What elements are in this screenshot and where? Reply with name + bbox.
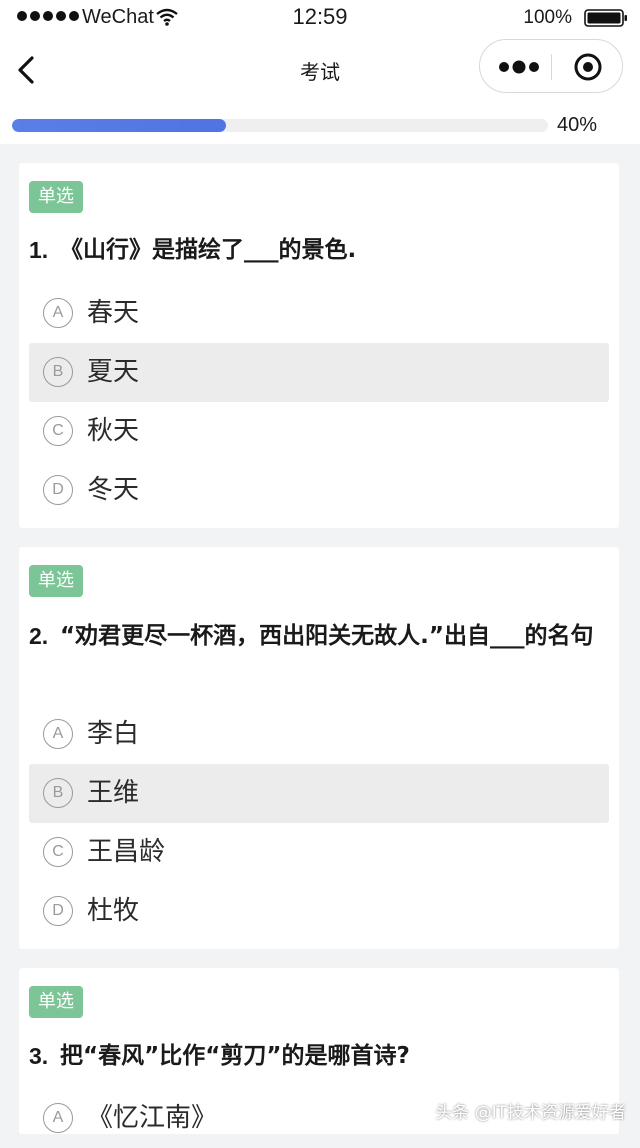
question-text: “劝君更尽一杯酒，西出阳关无故人.”出自___的名句 [60, 623, 594, 649]
option-label: 夏天 [87, 357, 140, 387]
capsule-divider [551, 54, 552, 80]
watermark: 头条 @IT技术资源爱好者 [435, 1103, 626, 1123]
option-d[interactable]: D 冬天 [29, 461, 609, 520]
question-type-tag: 单选 [29, 181, 83, 213]
close-icon[interactable] [572, 51, 604, 83]
option-letter: C [43, 837, 73, 867]
option-label: 王昌龄 [87, 837, 166, 867]
status-bar: WeChat 12:59 100% [0, 0, 640, 36]
option-label: 李白 [87, 719, 140, 749]
option-letter: B [43, 778, 73, 808]
option-label: 秋天 [87, 416, 140, 446]
option-letter: A [43, 719, 73, 749]
battery-percent: 100% [523, 7, 572, 28]
progress-percent: 40% [557, 114, 598, 136]
progress-section: 40% [0, 104, 640, 144]
battery-icon [584, 9, 627, 27]
option-label: 杜牧 [87, 896, 140, 926]
option-b[interactable]: B 王维 [29, 764, 609, 823]
question-card: 单选 2. “劝君更尽一杯酒，西出阳关无故人.”出自___的名句 A 李白 B … [19, 547, 619, 949]
question-text: 《山行》是描绘了___的景色. [60, 237, 357, 263]
option-letter: B [43, 357, 73, 387]
question-number: 1. [29, 237, 49, 263]
option-label: 冬天 [87, 475, 140, 505]
option-c[interactable]: C 秋天 [29, 402, 609, 461]
progress-track [12, 119, 548, 132]
option-label: 春天 [87, 298, 140, 328]
question-title: 3. 把“春风”比作“剪刀”的是哪首诗? [29, 1035, 603, 1077]
option-b[interactable]: B 夏天 [29, 343, 609, 402]
option-c[interactable]: C 王昌龄 [29, 823, 609, 882]
question-number: 3. [29, 1043, 49, 1069]
option-a[interactable]: A 李白 [29, 705, 609, 764]
option-letter: D [43, 896, 73, 926]
progress-fill [12, 119, 227, 132]
question-type-tag: 单选 [29, 986, 83, 1018]
option-a[interactable]: A 春天 [29, 284, 609, 343]
option-letter: A [43, 1103, 73, 1133]
question-title: 2. “劝君更尽一杯酒，西出阳关无故人.”出自___的名句 [29, 615, 603, 657]
option-label: 《忆江南》 [87, 1103, 218, 1133]
question-card: 单选 1. 《山行》是描绘了___的景色. A 春天 B 夏天 C 秋天 D 冬… [19, 163, 619, 528]
question-text: 把“春风”比作“剪刀”的是哪首诗? [60, 1043, 410, 1069]
mini-program-capsule [479, 39, 623, 93]
question-number: 2. [29, 623, 49, 649]
nav-bar: 考试 [0, 36, 640, 104]
question-type-tag: 单选 [29, 565, 83, 597]
option-letter: A [43, 298, 73, 328]
option-letter: C [43, 416, 73, 446]
more-icon[interactable] [494, 54, 544, 80]
option-letter: D [43, 475, 73, 505]
option-label: 王维 [87, 778, 140, 808]
option-d[interactable]: D 杜牧 [29, 882, 609, 941]
question-title: 1. 《山行》是描绘了___的景色. [29, 229, 603, 271]
